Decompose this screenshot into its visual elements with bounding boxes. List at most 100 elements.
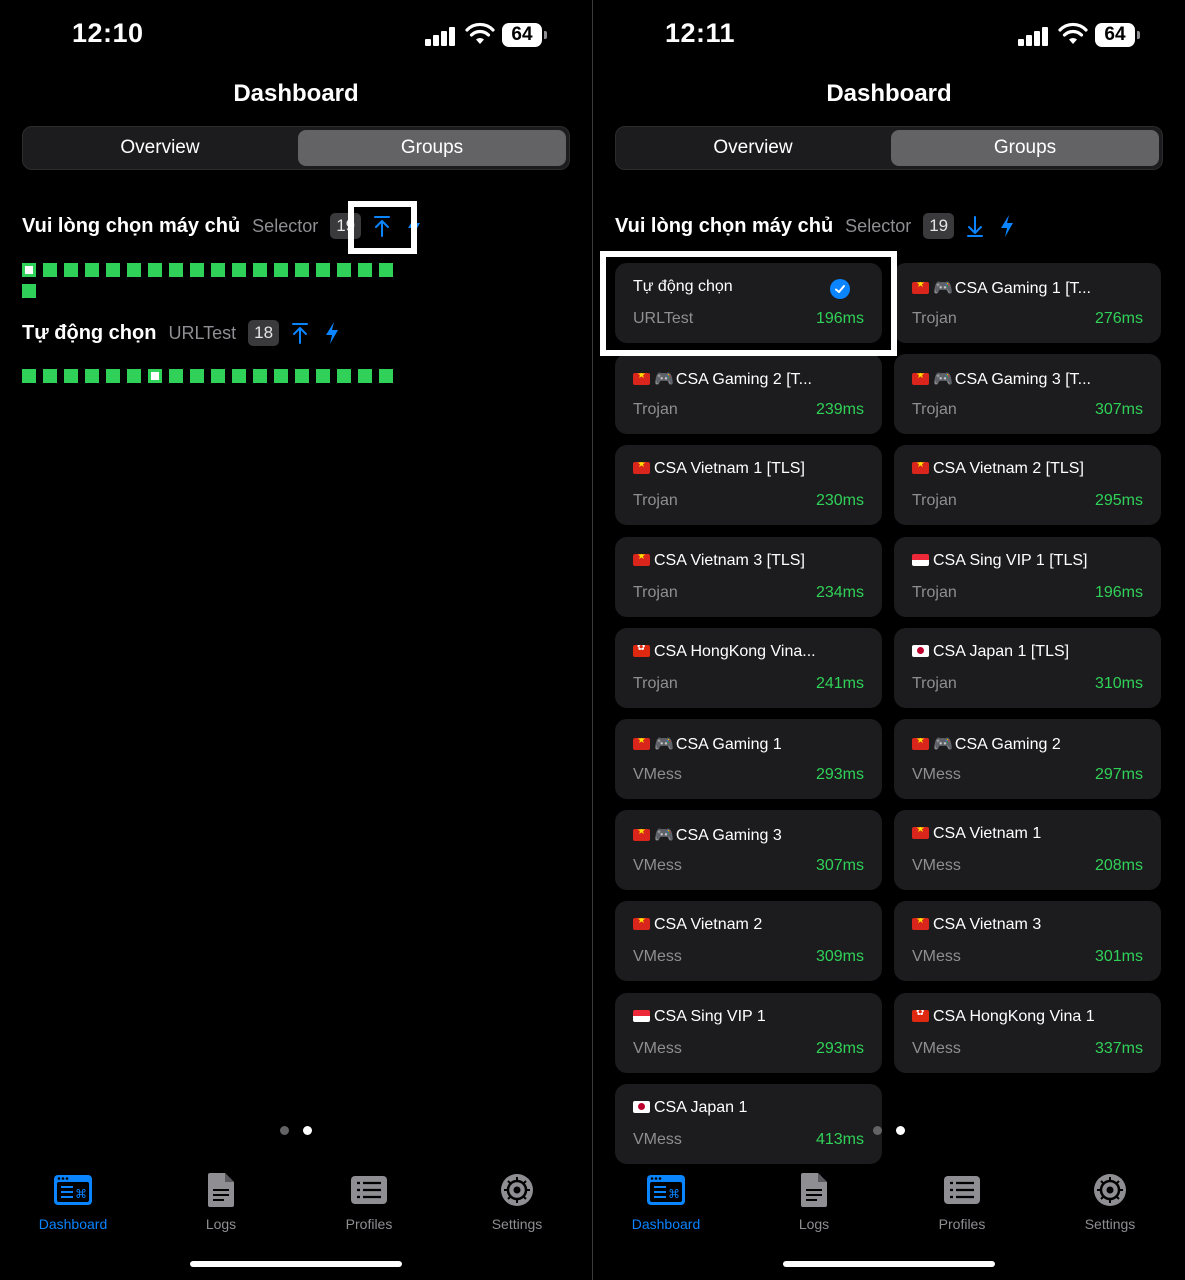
proxy-card[interactable]: CSA Vietnam 3 VMess 301ms: [894, 901, 1161, 981]
home-indicator: [190, 1261, 402, 1267]
status-dot: [169, 369, 183, 383]
proxy-card[interactable]: CSA HongKong Vina 1 VMess 337ms: [894, 993, 1161, 1073]
proxy-name: 🎮CSA Gaming 3: [633, 825, 864, 845]
svg-text:⌘: ⌘: [75, 1187, 87, 1201]
proxy-name-text: CSA Sing VIP 1: [654, 1008, 766, 1025]
status-dot: [253, 369, 267, 383]
flag-vn-icon: [633, 829, 650, 841]
battery-indicator: 64: [502, 23, 542, 47]
proxy-delay: 337ms: [1094, 1040, 1143, 1057]
segment-overview[interactable]: Overview: [619, 130, 887, 166]
proxy-card[interactable]: CSA Japan 1 [TLS] Trojan 310ms: [894, 628, 1161, 708]
group-header-selector[interactable]: Vui lòng chọn máy chủ Selector 19: [615, 211, 1018, 241]
group-count-badge: 19: [923, 213, 955, 239]
proxy-card[interactable]: 🎮CSA Gaming 3 [T... Trojan 307ms: [894, 354, 1161, 434]
gamepad-icon: 🎮: [654, 371, 674, 388]
proxy-card[interactable]: 🎮CSA Gaming 3 VMess 307ms: [615, 810, 882, 890]
page-indicator: [0, 1126, 592, 1135]
segment-groups[interactable]: Groups: [891, 130, 1159, 166]
proxy-type: VMess: [912, 1040, 961, 1057]
proxy-name: 🎮CSA Gaming 1 [T...: [912, 278, 1143, 298]
tab-profiles[interactable]: Profiles: [907, 1170, 1017, 1232]
status-dot: [64, 263, 78, 277]
flag-vn-icon: [633, 554, 650, 566]
tab-dashboard[interactable]: ⌘ Dashboard: [611, 1170, 721, 1232]
bolt-icon[interactable]: [321, 320, 343, 346]
status-dot: [106, 263, 120, 277]
proxy-name: CSA Sing VIP 1: [633, 1008, 864, 1026]
proxy-name-text: CSA Gaming 1: [675, 736, 782, 753]
group-type: Selector: [252, 215, 319, 236]
flag-vn-icon: [912, 918, 929, 930]
segment-groups[interactable]: Groups: [298, 130, 566, 166]
proxy-name: 🎮CSA Gaming 1: [633, 734, 864, 754]
status-dot: [316, 263, 330, 277]
page-dot: [280, 1126, 289, 1135]
proxy-type: VMess: [633, 1040, 682, 1057]
tab-logs[interactable]: Logs: [759, 1170, 869, 1232]
proxy-name-text: CSA Gaming 2: [954, 736, 1061, 753]
tab-profiles[interactable]: Profiles: [314, 1170, 424, 1232]
proxy-delay: 230ms: [815, 492, 864, 509]
proxy-delay: 293ms: [815, 766, 864, 783]
status-dot: [64, 369, 78, 383]
arrow-up-to-line-icon[interactable]: [289, 320, 311, 346]
group-header-urltest[interactable]: Tự động chọn URLTest 18: [22, 318, 343, 348]
proxy-name-text: CSA Vietnam 3 [TLS]: [654, 552, 805, 569]
proxy-name-text: CSA HongKong Vina...: [654, 643, 816, 660]
status-dot: [22, 263, 36, 277]
group-type: Selector: [845, 215, 912, 236]
proxy-card[interactable]: 🎮CSA Gaming 2 [T... Trojan 239ms: [615, 354, 882, 434]
status-dot: [379, 369, 393, 383]
proxy-card[interactable]: CSA Vietnam 3 [TLS] Trojan 234ms: [615, 537, 882, 617]
gear-icon: [501, 1174, 533, 1206]
proxy-delay: 307ms: [815, 857, 864, 874]
proxy-name: CSA Vietnam 3 [TLS]: [633, 552, 864, 570]
proxy-name: 🎮CSA Gaming 3 [T...: [912, 369, 1143, 389]
status-dot: [85, 369, 99, 383]
proxy-card[interactable]: CSA Sing VIP 1 VMess 293ms: [615, 993, 882, 1073]
proxy-card[interactable]: CSA Sing VIP 1 [TLS] Trojan 196ms: [894, 537, 1161, 617]
flag-vn-icon: [633, 738, 650, 750]
proxy-delay: 208ms: [1094, 857, 1143, 874]
proxy-card[interactable]: CSA Vietnam 2 VMess 309ms: [615, 901, 882, 981]
proxy-name: CSA Vietnam 1 [TLS]: [633, 460, 864, 478]
proxy-card[interactable]: 🎮CSA Gaming 1 VMess 293ms: [615, 719, 882, 799]
segment-overview[interactable]: Overview: [26, 130, 294, 166]
proxy-card[interactable]: CSA Japan 1 VMess 413ms: [615, 1084, 882, 1164]
page-dot-active: [896, 1126, 905, 1135]
status-dot: [295, 263, 309, 277]
proxy-delay: 297ms: [1094, 766, 1143, 783]
proxy-type: Trojan: [912, 310, 957, 327]
phone-screen-right: 12:11 64 Dashboard Overview Groups Vui l…: [593, 0, 1185, 1280]
tab-settings[interactable]: Settings: [462, 1170, 572, 1232]
proxy-card[interactable]: CSA Vietnam 2 [TLS] Trojan 295ms: [894, 445, 1161, 525]
status-time: 12:10: [72, 18, 144, 48]
proxy-card[interactable]: CSA Vietnam 1 VMess 208ms: [894, 810, 1161, 890]
gamepad-icon: 🎮: [654, 827, 674, 844]
gamepad-icon: 🎮: [933, 371, 953, 388]
cellular-signal-icon: [425, 26, 457, 46]
proxy-card[interactable]: 🎮CSA Gaming 2 VMess 297ms: [894, 719, 1161, 799]
status-dot: [127, 263, 141, 277]
tab-logs[interactable]: Logs: [166, 1170, 276, 1232]
segmented-control: Overview Groups: [615, 126, 1163, 170]
proxy-delay: 310ms: [1094, 675, 1143, 692]
tab-dashboard[interactable]: ⌘ Dashboard: [18, 1170, 128, 1232]
proxy-card[interactable]: 🎮CSA Gaming 1 [T... Trojan 276ms: [894, 263, 1161, 343]
status-dot: [232, 369, 246, 383]
proxy-card[interactable]: CSA Vietnam 1 [TLS] Trojan 230ms: [615, 445, 882, 525]
group-type: URLTest: [168, 322, 237, 343]
status-dot: [274, 369, 288, 383]
bolt-icon[interactable]: [996, 213, 1018, 239]
tab-settings[interactable]: Settings: [1055, 1170, 1165, 1232]
arrow-down-icon[interactable]: [964, 213, 986, 239]
tab-label: Logs: [798, 1216, 830, 1232]
proxy-type: Trojan: [912, 584, 957, 601]
proxy-card[interactable]: CSA HongKong Vina... Trojan 241ms: [615, 628, 882, 708]
status-time: 12:11: [665, 18, 736, 48]
page-title: Dashboard: [826, 80, 952, 107]
proxy-name: 🎮CSA Gaming 2: [912, 734, 1143, 754]
proxy-type: VMess: [633, 766, 682, 783]
group-name: Vui lòng chọn máy chủ: [22, 214, 241, 237]
